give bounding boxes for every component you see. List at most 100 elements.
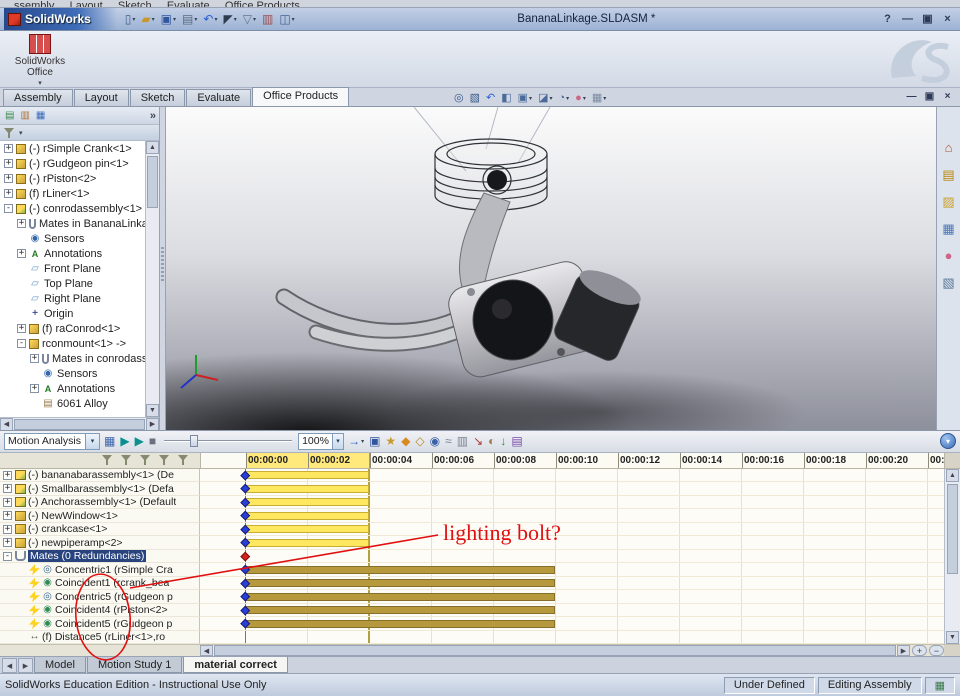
feature-tree-hscrollbar[interactable]: ◀ ▶	[0, 417, 159, 431]
timeline-ruler[interactable]: 00:00:00 00:00:02 00:00:04 00:00:06 00:00:08…	[200, 452, 944, 468]
motion-tree-cell[interactable]: + (-) NewWindow<1>	[0, 509, 200, 523]
featuremanager-tab-icon[interactable]: ▤	[3, 107, 16, 125]
feature-tree-item[interactable]: ▱ Front Plane	[0, 261, 145, 276]
display-style-icon[interactable]: ◪ ▾	[536, 89, 554, 107]
timeline-zoom-select[interactable]: 100% ▾	[298, 432, 345, 450]
expand-icon[interactable]: +	[30, 354, 39, 363]
feature-tree-item[interactable]: + (-) rGudgeon pin<1>	[0, 156, 145, 171]
feature-tree-item[interactable]: + (f) rLiner<1>	[0, 186, 145, 201]
timeline-bar[interactable]	[245, 498, 369, 507]
timeline-bar[interactable]	[245, 511, 369, 520]
collapse-icon[interactable]: -	[17, 339, 26, 348]
motion-row[interactable]: ◎ Concentric1 (rSimple Cra	[0, 563, 944, 577]
custom-properties-icon[interactable]: ▧	[940, 274, 956, 292]
motion-tree-cell[interactable]: + (-) newpiperamp<2>	[0, 536, 200, 550]
feature-tree-item[interactable]: - rconmount<1> ->	[0, 336, 145, 351]
scroll-right-icon[interactable]: ▶	[897, 645, 910, 656]
filter-animated-icon[interactable]	[121, 454, 133, 466]
motion-row[interactable]: + (-) Smallbarassembly<1> (Defa	[0, 482, 944, 496]
scroll-left-icon[interactable]: ◀	[200, 645, 213, 656]
file-explorer-icon[interactable]: ▨	[940, 193, 956, 211]
previous-view-icon[interactable]: ↶	[484, 89, 497, 107]
expand-icon[interactable]: +	[3, 511, 12, 521]
tab-assembly[interactable]: Assembly	[3, 89, 73, 106]
undo-icon[interactable]: ↶ ▾	[201, 10, 219, 28]
timeline-track[interactable]	[200, 482, 944, 496]
motion-row[interactable]: + (-) newpiperamp<2>	[0, 536, 944, 550]
motion-tree-cell[interactable]: + (-) Anchorassembly<1> (Default	[0, 495, 200, 510]
scroll-right-icon[interactable]: ▶	[146, 417, 159, 431]
3d-viewport[interactable]	[166, 107, 936, 430]
force-icon[interactable]: ↘	[471, 432, 485, 450]
edit-appearance-icon[interactable]: ● ▾	[573, 89, 588, 107]
tab-layout[interactable]: Layout	[73, 89, 129, 106]
play-from-start-icon[interactable]: ▶	[118, 432, 131, 450]
appearances-icon[interactable]: ●	[943, 247, 955, 265]
expand-icon[interactable]: +	[17, 324, 26, 333]
feature-tree-item[interactable]: ▱ Top Plane	[0, 276, 145, 291]
apply-scene-icon[interactable]: ▦ ▾	[590, 89, 608, 107]
playback-mode-icon[interactable]: → ▾	[346, 432, 366, 450]
collapse-icon[interactable]: -	[4, 204, 13, 213]
tab-nav-first-icon[interactable]: ◀	[2, 658, 17, 673]
motion-row[interactable]: + (-) bananabarassembly<1> (De	[0, 468, 944, 483]
timeline-track[interactable]	[200, 577, 944, 591]
motion-row[interactable]: ◉ Coincident4 (rPiston<2>	[0, 603, 944, 618]
overflow-chevron-icon[interactable]: »	[150, 110, 156, 122]
timeline-track[interactable]	[200, 469, 944, 483]
expand-icon[interactable]: +	[4, 159, 13, 168]
tab-material-correct[interactable]: material correct	[183, 657, 288, 673]
zoom-to-fit-icon[interactable]: ◎	[452, 89, 466, 107]
section-view-icon[interactable]: ◧	[499, 89, 513, 107]
motion-tree-cell[interactable]: - Mates (0 Redundancies)	[0, 549, 200, 564]
feature-tree-item[interactable]: + (-) rPiston<2>	[0, 171, 145, 186]
timeline-track[interactable]	[200, 496, 944, 510]
doc-restore-button[interactable]: ▣	[922, 89, 937, 104]
feature-tree-item[interactable]: ◉ Sensors	[0, 231, 145, 246]
timeline-track[interactable]	[200, 617, 944, 631]
feature-tree-item[interactable]: - (-) conrodassembly<1>	[0, 201, 145, 216]
feature-tree-item[interactable]: + Mates in conrodass	[0, 351, 145, 366]
timeline-bar[interactable]	[245, 471, 369, 480]
open-icon[interactable]: ▰ ▾	[139, 10, 156, 28]
feature-tree-item[interactable]: + (-) rSimple Crank<1>	[0, 141, 145, 156]
motion-row[interactable]: + (-) Anchorassembly<1> (Default	[0, 495, 944, 510]
feature-tree-item[interactable]: + A Annotations	[0, 246, 145, 261]
expand-icon[interactable]: +	[30, 384, 39, 393]
collapse-motionmanager-icon[interactable]: ▾	[940, 433, 956, 450]
display-panes-icon[interactable]: ◫ ▾	[277, 10, 296, 28]
gravity-icon[interactable]: ↓	[498, 432, 508, 450]
restore-button[interactable]: ▣	[919, 11, 936, 26]
tab-office-products[interactable]: Office Products	[252, 87, 350, 106]
timeline-bar[interactable]	[245, 592, 555, 601]
motion-tree-cell[interactable]: + (-) Smallbarassembly<1> (Defa	[0, 482, 200, 496]
timebar-slider[interactable]	[164, 433, 293, 449]
damper-icon[interactable]: ▥	[455, 432, 470, 450]
view-palette-icon[interactable]: ▦	[940, 220, 956, 238]
scroll-down-icon[interactable]: ▼	[946, 631, 959, 644]
solidworks-office-button[interactable]: SolidWorks Office ▾	[8, 34, 72, 89]
contact-icon[interactable]: ◐	[486, 432, 497, 450]
timeline-track[interactable]	[200, 631, 944, 644]
splitter-grip[interactable]	[161, 247, 164, 281]
feature-tree-item[interactable]: ◉ Sensors	[0, 366, 145, 381]
timeline-track[interactable]	[200, 550, 944, 564]
timeline-bar[interactable]	[245, 579, 555, 588]
options-icon[interactable]: ▥	[260, 10, 275, 28]
feature-tree-item[interactable]: + Mates in BananaLinkage	[0, 216, 145, 231]
scrollbar-thumb[interactable]	[214, 645, 896, 656]
timeline-track[interactable]	[200, 536, 944, 550]
timeline-hscrollbar[interactable]: ◀ ▶	[200, 645, 910, 656]
timeline-track[interactable]	[200, 590, 944, 604]
motion-row[interactable]: - Mates (0 Redundancies)	[0, 549, 944, 564]
motion-tree-cell[interactable]: ◎ Concentric5 (rGudgeon p	[0, 590, 200, 604]
motion-tree-cell[interactable]: ◉ Coincident4 (rPiston<2>	[0, 603, 200, 618]
expand-icon[interactable]: +	[4, 174, 13, 183]
timeline-bar[interactable]	[245, 525, 369, 534]
tab-model[interactable]: Model	[34, 657, 86, 673]
filter-caret-icon[interactable]: ▾	[19, 129, 23, 137]
motion-row[interactable]: ↔ (f) Distance5 (rLiner<1>,ro	[0, 630, 944, 644]
filter-driving-icon[interactable]	[140, 454, 152, 466]
timeline-vscrollbar[interactable]: ▲ ▼	[944, 468, 960, 644]
expand-icon[interactable]: +	[3, 524, 12, 534]
